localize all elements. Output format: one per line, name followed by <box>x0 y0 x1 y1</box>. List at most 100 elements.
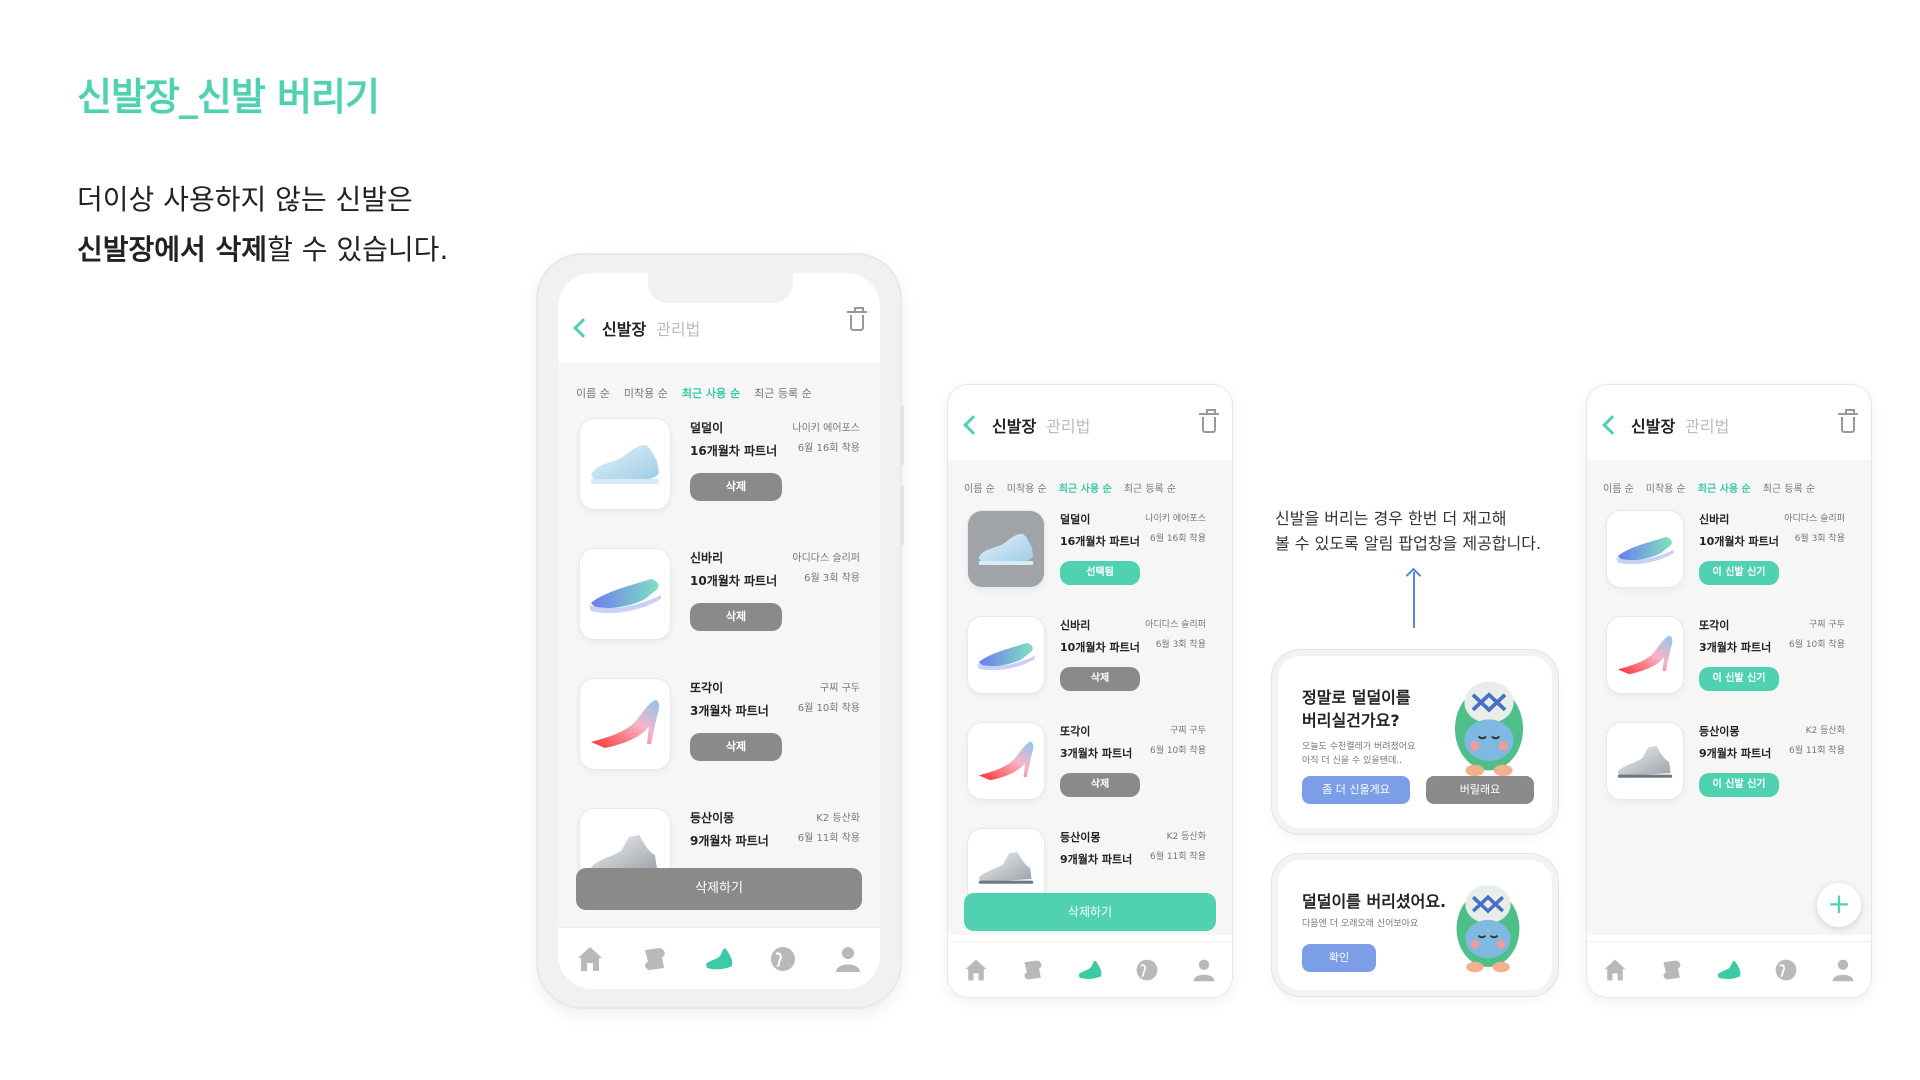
trash-icon[interactable] <box>847 307 867 331</box>
delete-all-button[interactable]: 삭제하기 <box>576 868 862 910</box>
delete-button[interactable]: 삭제 <box>1060 667 1140 691</box>
shoe-wear: 6월 11회 착용 <box>1788 746 1845 756</box>
sort-unworn[interactable]: 미착용 순 <box>1007 480 1047 495</box>
sort-recent-use[interactable]: 최근 사용 순 <box>1698 480 1751 495</box>
popup-title-1: 정말로 덜덜이를 <box>1302 688 1411 707</box>
shoe-wear: 6월 11회 착용 <box>1149 852 1206 862</box>
tab-record[interactable] <box>640 944 670 974</box>
mascot-image <box>1448 878 1528 974</box>
delete-button[interactable]: 삭제 <box>1060 773 1140 797</box>
back-icon[interactable] <box>963 415 983 435</box>
tab-earth[interactable] <box>1132 955 1162 985</box>
tab-profile[interactable] <box>1828 955 1858 985</box>
sort-tabs: 이름 순 미착용 순 최근 사용 순 최근 등록 순 <box>948 460 1232 511</box>
mascot-image <box>1446 674 1532 778</box>
app-header: 신발장 관리법 <box>558 273 880 363</box>
shoe-brand: K2 등산화 <box>1805 726 1845 736</box>
header-manage-link[interactable]: 관리법 <box>1046 413 1090 437</box>
desc-bold: 신발장에서 삭제 <box>77 233 268 266</box>
shoe-item-selected[interactable]: 덜덜이 16개월차 파트너 나이키 에어포스 6월 16회 착용 선택됨 <box>948 511 1232 587</box>
note-line-2: 볼 수 있도록 알림 팝업창을 제공합니다. <box>1275 534 1542 553</box>
slide-image <box>585 569 665 619</box>
tab-record[interactable] <box>1018 955 1048 985</box>
scroll-icon <box>1020 957 1046 983</box>
tab-record[interactable] <box>1657 955 1687 985</box>
tab-bar <box>1587 941 1871 997</box>
selected-button[interactable]: 선택됨 <box>1060 561 1140 585</box>
delete-button[interactable]: 삭제 <box>690 603 782 631</box>
tab-earth[interactable] <box>768 944 798 974</box>
header-manage-link[interactable]: 관리법 <box>656 316 700 340</box>
user-icon <box>1830 957 1856 983</box>
shoe-item[interactable]: 등산이몽 9개월차 파트너 K2 등산화 6월 11회 착용 이 신발 신기 <box>1587 723 1871 799</box>
tab-shoe-closet[interactable] <box>704 944 734 974</box>
trash-icon[interactable] <box>1838 409 1858 433</box>
throw-button[interactable]: 버릴래요 <box>1426 776 1534 804</box>
app-header: 신발장 관리법 <box>948 385 1232 465</box>
trash-icon[interactable] <box>1199 409 1219 433</box>
ok-button[interactable]: 확인 <box>1302 944 1376 972</box>
popup2-text: 다음엔 더 오래오래 신어보아요 <box>1302 919 1419 929</box>
scroll-icon <box>1659 957 1685 983</box>
back-icon[interactable] <box>573 318 593 338</box>
tab-earth[interactable] <box>1771 955 1801 985</box>
delete-button[interactable]: 삭제 <box>690 733 782 761</box>
shoe-item[interactable]: 신바리 10개월차 파트너 아디다스 슬리퍼 6월 3회 착용 삭제 <box>558 549 880 639</box>
shoe-thumbnail <box>580 679 670 769</box>
shoe-item[interactable]: 또각이 3개월차 파트너 구찌 구두 6월 10회 착용 이 신발 신기 <box>1587 617 1871 693</box>
shoe-wear: 6월 16회 착용 <box>797 443 860 454</box>
sort-name[interactable]: 이름 순 <box>576 385 610 401</box>
wear-shoe-button[interactable]: 이 신발 신기 <box>1699 667 1779 691</box>
home-icon <box>963 957 989 983</box>
sort-recent-added[interactable]: 최근 등록 순 <box>1124 480 1176 495</box>
shoe-brand: 구찌 구두 <box>820 683 860 694</box>
sneaker-image <box>974 529 1038 569</box>
sort-name[interactable]: 이름 순 <box>1603 480 1634 495</box>
sort-tabs: 이름 순 미착용 순 최근 사용 순 최근 등록 순 <box>1587 460 1871 511</box>
add-shoe-button[interactable]: + <box>1817 883 1861 927</box>
earth-icon <box>1134 957 1160 983</box>
popup-title-2: 버리실건가요? <box>1302 711 1400 730</box>
popup-text: 오늘도 수천켤레가 버려졌어요 아직 더 신을 수 있을텐데.. <box>1302 740 1452 768</box>
sort-recent-use[interactable]: 최근 사용 순 <box>682 385 740 401</box>
shoe-thumbnail <box>968 617 1044 693</box>
sort-recent-added[interactable]: 최근 등록 순 <box>1763 480 1815 495</box>
tab-home[interactable] <box>1600 955 1630 985</box>
shoe-item[interactable]: 또각이 3개월차 파트너 구찌 구두 6월 10회 착용 삭제 <box>948 723 1232 799</box>
tab-profile[interactable] <box>833 944 863 974</box>
keep-button[interactable]: 좀 더 신을게요 <box>1302 776 1410 804</box>
delete-all-button[interactable]: 삭제하기 <box>964 893 1216 931</box>
tab-profile[interactable] <box>1189 955 1219 985</box>
shoe-item[interactable]: 또각이 3개월차 파트너 구찌 구두 6월 10회 착용 삭제 <box>558 679 880 769</box>
delete-button[interactable]: 삭제 <box>690 473 782 501</box>
sort-unworn[interactable]: 미착용 순 <box>1646 480 1686 495</box>
wear-shoe-button[interactable]: 이 신발 신기 <box>1699 773 1779 797</box>
tab-shoe-closet[interactable] <box>1714 955 1744 985</box>
tab-bar <box>948 941 1232 997</box>
tab-home[interactable] <box>961 955 991 985</box>
sort-name[interactable]: 이름 순 <box>964 480 995 495</box>
shoe-thumbnail <box>968 511 1044 587</box>
wear-shoe-button[interactable]: 이 신발 신기 <box>1699 561 1779 585</box>
header-manage-link[interactable]: 관리법 <box>1685 413 1729 437</box>
shoe-list-area: 이름 순 미착용 순 최근 사용 순 최근 등록 순 덜덜이 16개월차 파트너 나… <box>558 363 880 927</box>
shoe-thumbnail <box>580 549 670 639</box>
tab-bar <box>558 927 880 989</box>
shoe-item[interactable]: 신바리 10개월차 파트너 아디다스 슬리퍼 6월 3회 착용 삭제 <box>948 617 1232 693</box>
slide-image <box>1613 529 1677 569</box>
popup2-title: 덜덜이를 버리셨어요. <box>1302 892 1447 911</box>
sort-unworn[interactable]: 미착용 순 <box>624 385 668 401</box>
tab-shoe-closet[interactable] <box>1075 955 1105 985</box>
user-icon <box>833 944 863 974</box>
shoe-wear: 6월 11회 착용 <box>797 833 860 844</box>
shoe-item[interactable]: 덜덜이 16개월차 파트너 나이키 에어포스 6월 16회 착용 삭제 <box>558 419 880 509</box>
back-icon[interactable] <box>1602 415 1622 435</box>
tab-home[interactable] <box>575 944 605 974</box>
header-title: 신발장 <box>1631 417 1676 436</box>
annotation-note: 신발을 버리는 경우 한번 더 재고해 볼 수 있도록 알림 팝업창을 제공합니… <box>1275 506 1541 556</box>
shoe-item[interactable]: 신바리 10개월차 파트너 아디다스 슬리퍼 6월 3회 착용 이 신발 신기 <box>1587 511 1871 587</box>
sort-recent-added[interactable]: 최근 등록 순 <box>754 385 812 401</box>
done-popup: 덜덜이를 버리셨어요. 다음엔 더 오래오래 신어보아요 확인 <box>1278 860 1552 990</box>
sort-recent-use[interactable]: 최근 사용 순 <box>1059 480 1112 495</box>
sneaker-image <box>585 439 665 489</box>
